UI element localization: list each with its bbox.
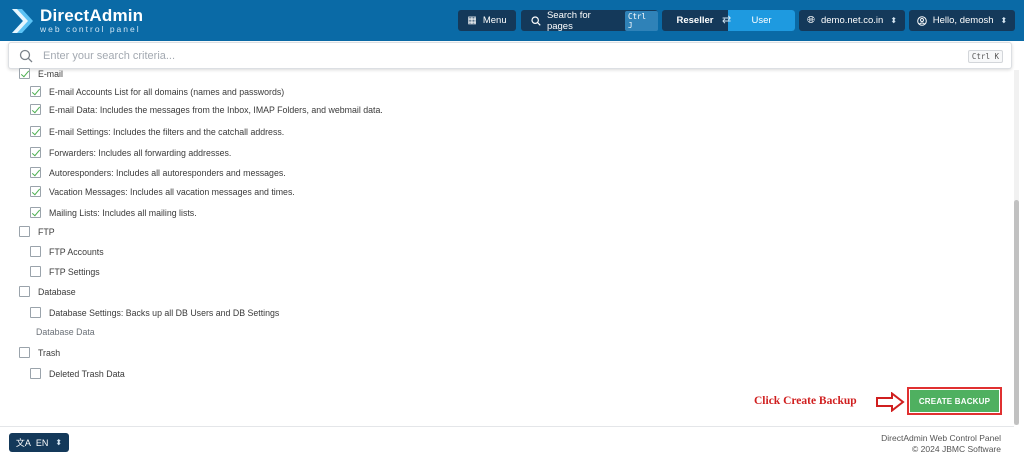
arrow-right-icon [876,392,905,412]
footer-divider [0,426,1014,427]
scrollbar-thumb[interactable] [1014,200,1019,425]
language-label: EN [35,437,49,448]
option-label: Mailing Lists: Includes all mailing list… [49,207,197,218]
search-input[interactable] [43,49,943,62]
checkbox-database[interactable] [19,286,30,297]
option-ftp-settings[interactable]: FTP Settings [30,266,100,277]
domain-label: demo.net.co.in [820,15,884,26]
checkbox-email-data[interactable] [30,104,41,115]
option-email-settings[interactable]: E-mail Settings: Includes the filters an… [30,126,284,137]
option-label: E-mail Data: Includes the messages from … [49,104,383,115]
menu-button[interactable]: ▦ Menu [458,10,516,31]
greeting-label: Hello, demosh [932,15,994,26]
search-pages-button[interactable]: Search for pages Ctrl J [521,9,658,32]
top-navbar: DirectAdmin web control panel ▦ Menu Sea… [0,0,1024,41]
checkbox-autoresponders[interactable] [30,167,41,178]
translate-icon: 文A [15,438,31,448]
option-autoresponders[interactable]: Autoresponders: Includes all autorespond… [30,167,286,178]
option-email[interactable]: E-mail [19,68,63,79]
option-label: FTP [38,226,55,237]
option-email-accounts[interactable]: E-mail Accounts List for all domains (na… [30,86,284,97]
option-ftp-accounts[interactable]: FTP Accounts [30,246,104,257]
checkbox-ftp-accounts[interactable] [30,246,41,257]
language-selector[interactable]: 文A EN ⬍ [9,433,69,452]
option-label: FTP Accounts [49,246,104,257]
menu-label: Menu [482,15,507,26]
search-pages-label: Search for pages [546,9,591,32]
option-vacation-messages[interactable]: Vacation Messages: Includes all vacation… [30,186,295,197]
option-label: Trash [38,347,61,358]
checkbox-email-accounts[interactable] [30,86,41,97]
footer-copyright-line: © 2024 JBMC Software [912,444,1001,454]
option-label: Database Settings: Backs up all DB Users… [49,307,280,318]
checkbox-vacation-messages[interactable] [30,186,41,197]
option-trash[interactable]: Trash [19,347,60,358]
option-email-data[interactable]: E-mail Data: Includes the messages from … [30,104,383,115]
checkbox-ftp[interactable] [19,226,30,237]
footer-copyright: DirectAdmin Web Control Panel © 2024 JBM… [881,433,1001,455]
footer-product: DirectAdmin Web Control Panel [881,433,1001,443]
option-label: Forwarders: Includes all forwarding addr… [49,147,232,158]
option-label: E-mail [38,68,63,79]
option-deleted-trash[interactable]: Deleted Trash Data [30,368,125,379]
database-data-label: Database Data [36,327,95,337]
user-circle-icon [916,15,927,26]
create-backup-button[interactable]: CREATE BACKUP [910,390,999,412]
click-create-backup-annotation: Click Create Backup [754,395,857,407]
checkbox-email[interactable] [19,68,30,79]
option-label: Autoresponders: Includes all autorespond… [49,167,286,178]
chevron-updown-icon: ⬍ [55,438,63,447]
option-label: Deleted Trash Data [49,368,125,379]
swap-icon: ⇄ [722,14,732,26]
user-menu-button[interactable]: Hello, demosh ⬍ [909,10,1015,31]
role-toggle[interactable]: Reseller ⇄ User [662,10,795,31]
option-mailing-lists[interactable]: Mailing Lists: Includes all mailing list… [30,207,197,218]
domain-selector[interactable]: 🌐︎ demo.net.co.in ⬍ [799,10,905,31]
search-icon [19,49,33,62]
option-label: E-mail Accounts List for all domains (na… [49,86,285,97]
logo-subtitle: web control panel [40,24,141,35]
role-reseller-option[interactable]: Reseller [662,10,728,31]
option-label: Database [38,286,76,297]
option-label: Vacation Messages: Includes all vacation… [49,186,295,197]
option-label: E-mail Settings: Includes the filters an… [49,126,285,137]
search-shortcut: Ctrl K [967,50,1003,63]
search-icon [531,15,541,26]
option-forwarders[interactable]: Forwarders: Includes all forwarding addr… [30,147,231,158]
checkbox-deleted-trash[interactable] [30,368,41,379]
option-database-settings[interactable]: Database Settings: Backs up all DB Users… [30,307,279,318]
option-label: FTP Settings [49,266,100,277]
checkbox-mailing-lists[interactable] [30,207,41,218]
logo-name: DirectAdmin [40,6,144,26]
checkbox-database-settings[interactable] [30,307,41,318]
chevron-updown-icon: ⬍ [890,16,898,25]
page-scrollbar[interactable] [1014,70,1019,425]
role-user-option[interactable]: User [728,10,795,31]
option-ftp[interactable]: FTP [19,226,55,237]
option-database[interactable]: Database [19,286,76,297]
grid-icon: ▦ [467,15,477,26]
checkbox-email-settings[interactable] [30,126,41,137]
chevron-updown-icon: ⬍ [1000,16,1008,25]
logo-chevron-icon [12,8,33,33]
checkbox-ftp-settings[interactable] [30,266,41,277]
directadmin-logo[interactable]: DirectAdmin web control panel [10,7,143,34]
globe-icon: 🌐︎ [806,15,815,26]
search-pages-shortcut: Ctrl J [625,10,658,31]
checkbox-trash[interactable] [19,347,30,358]
global-search-bar: Ctrl K [8,42,1012,69]
checkbox-forwarders[interactable] [30,147,41,158]
